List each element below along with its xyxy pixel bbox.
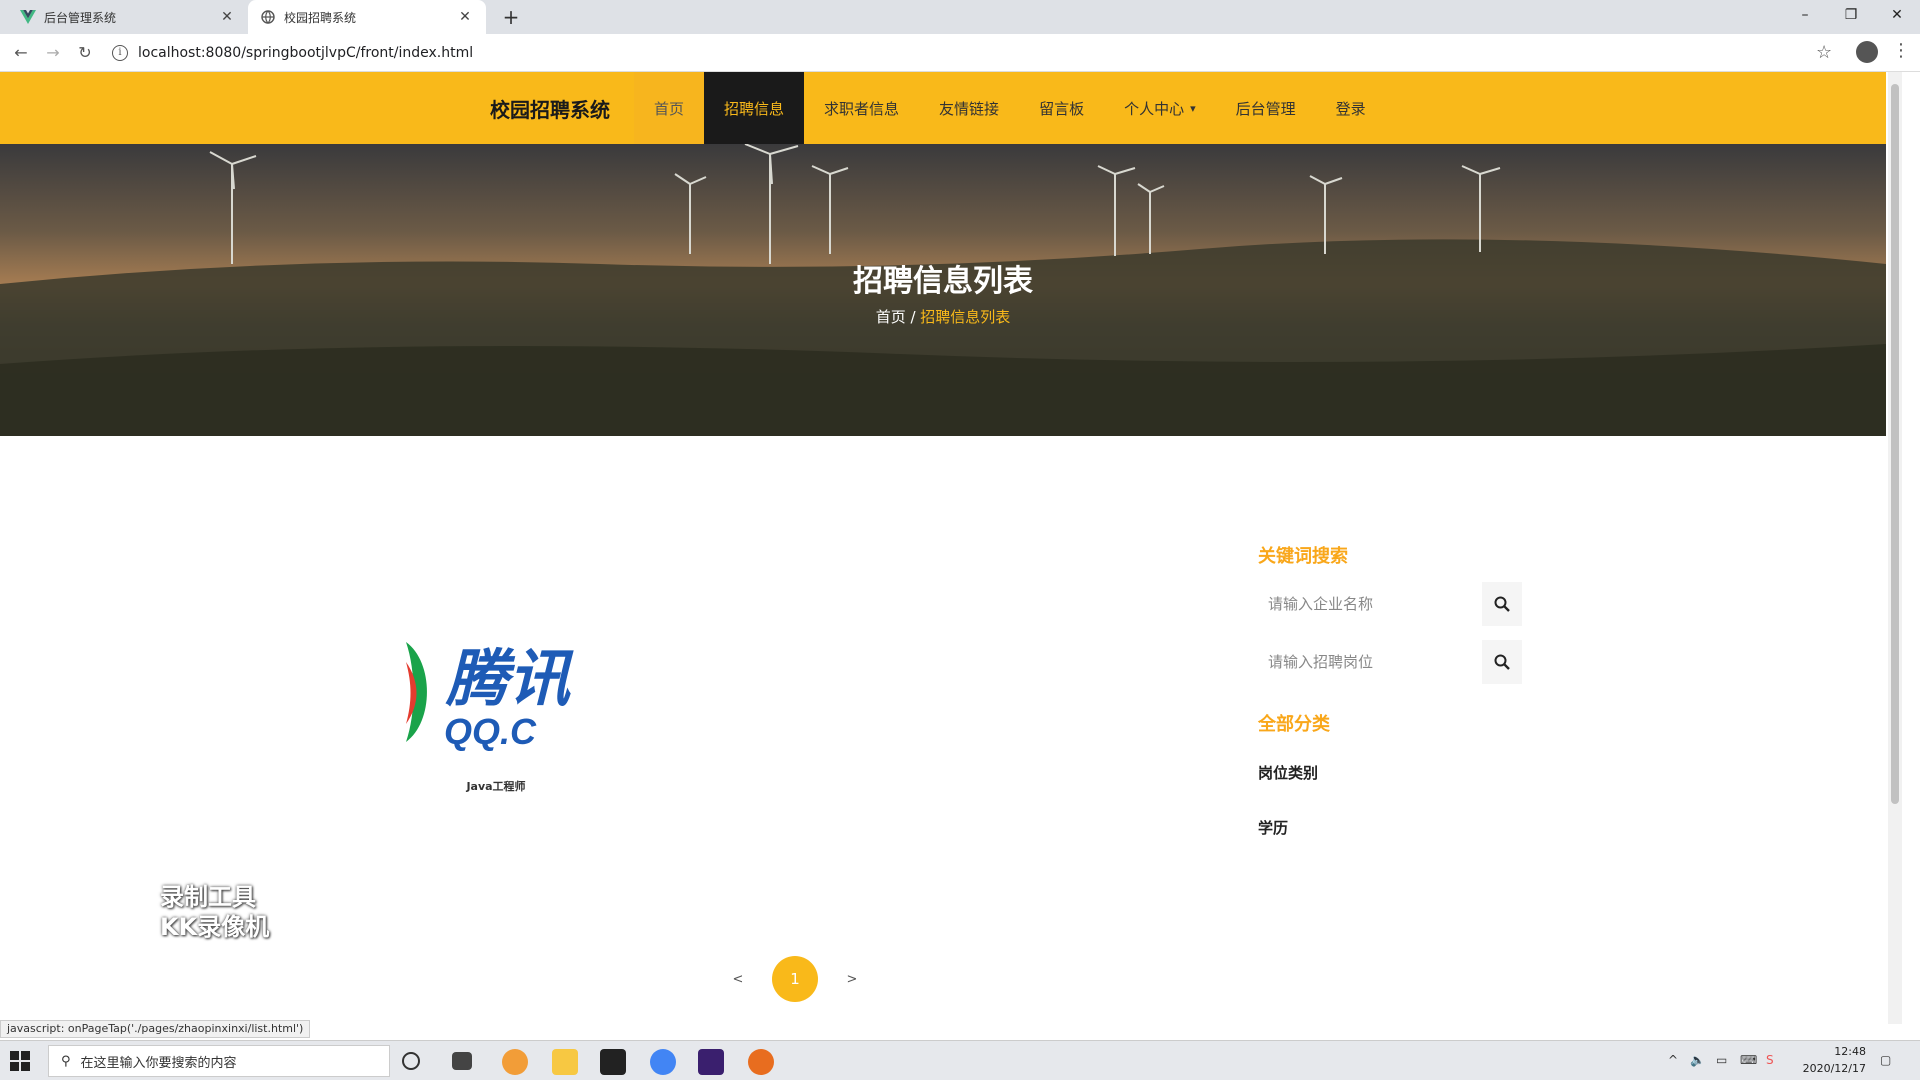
- forward-icon[interactable]: →: [42, 42, 64, 64]
- close-window-button[interactable]: ✕: [1874, 0, 1920, 30]
- nav-messages[interactable]: 留言板: [1019, 72, 1104, 144]
- breadcrumb: 首页 / 招聘信息列表: [0, 306, 1886, 327]
- nav-links[interactable]: 友情链接: [919, 72, 1019, 144]
- browser-app-icon[interactable]: [502, 1049, 528, 1075]
- tab-recruit[interactable]: 校园招聘系统 ✕: [248, 0, 486, 34]
- tab-admin[interactable]: 后台管理系统 ✕: [8, 0, 248, 34]
- url-text: localhost:8080/springbootjlvpC/front/ind…: [138, 45, 474, 61]
- network-icon[interactable]: ▭: [1716, 1053, 1727, 1067]
- taskbar-search[interactable]: ⚲ 在这里输入你要搜索的内容: [48, 1045, 390, 1077]
- intellij-icon[interactable]: [698, 1049, 724, 1075]
- new-tab-button[interactable]: +: [498, 4, 524, 30]
- search-icon[interactable]: [1482, 582, 1522, 626]
- search-icon[interactable]: [1482, 640, 1522, 684]
- main-nav: 首页 招聘信息 求职者信息 友情链接 留言板 个人中心 ▾ 后台管理 登录: [634, 72, 1386, 144]
- chevron-down-icon: ▾: [1190, 101, 1196, 115]
- page-title: 招聘信息列表: [853, 264, 1033, 299]
- info-icon[interactable]: i: [112, 45, 128, 61]
- page-viewport: 校园招聘系统 首页 招聘信息 求职者信息 友情链接 留言板 个人中心 ▾ 后台管…: [0, 72, 1886, 1024]
- cortana-icon[interactable]: [402, 1052, 420, 1070]
- breadcrumb-current: 招聘信息列表: [920, 308, 1011, 326]
- watermark-line-1: 录制工具: [160, 883, 256, 911]
- nav-personal-center[interactable]: 个人中心 ▾: [1104, 72, 1216, 144]
- keyword-search-title: 关键词搜索: [1258, 546, 1348, 567]
- browser-tab-bar: 后台管理系统 ✕ 校园招聘系统 ✕ + – ❐ ✕: [0, 0, 1920, 34]
- logo-brand-text: 腾讯: [445, 645, 574, 714]
- terminal-icon[interactable]: [600, 1049, 626, 1075]
- task-view-icon[interactable]: [452, 1052, 472, 1070]
- windows-start-icon[interactable]: [10, 1051, 30, 1071]
- category-job-type[interactable]: 岗位类别: [1258, 762, 1528, 783]
- reload-icon[interactable]: ↻: [74, 42, 96, 64]
- position-search-input[interactable]: [1258, 640, 1482, 684]
- prev-page-button[interactable]: <: [718, 972, 758, 987]
- search-icon: ⚲: [61, 1053, 71, 1069]
- vue-icon: [20, 9, 36, 25]
- breadcrumb-home[interactable]: 首页: [876, 308, 906, 326]
- clock-date: 2020/12/17: [1802, 1062, 1866, 1075]
- company-search-input[interactable]: [1258, 582, 1482, 626]
- nav-applicants[interactable]: 求职者信息: [804, 72, 919, 144]
- logo-sub-text: QQ.C: [444, 711, 537, 752]
- watermark-line-2: KK录像机: [160, 913, 270, 941]
- minimize-button[interactable]: –: [1782, 0, 1828, 30]
- site-brand[interactable]: 校园招聘系统: [490, 94, 610, 123]
- company-search: [1258, 582, 1522, 626]
- browser-status-bar: javascript: onPageTap('./pages/zhaopinxi…: [0, 1020, 311, 1038]
- sidebar: 关键词搜索 全部分类 岗位类别 学历: [1258, 542, 1528, 838]
- close-tab-icon[interactable]: ✕: [218, 9, 236, 25]
- breadcrumb-separator: /: [905, 308, 921, 326]
- os-taskbar: ⚲ 在这里输入你要搜索的内容 ^ 🔈 ▭ ⌨ S 12:48 2020/12/1…: [0, 1040, 1920, 1080]
- recorder-watermark: 录制工具 KK录像机: [160, 882, 269, 942]
- job-card[interactable]: 腾讯 QQ.C Java工程师: [406, 632, 586, 794]
- page-scrollbar[interactable]: [1888, 72, 1902, 1024]
- nav-login[interactable]: 登录: [1316, 72, 1386, 144]
- clock-time: 12:48: [1834, 1045, 1866, 1058]
- tab-title: 校园招聘系统: [284, 10, 357, 25]
- all-categories-title: 全部分类: [1258, 714, 1330, 735]
- url-field[interactable]: i localhost:8080/springbootjlvpC/front/i…: [112, 39, 1812, 67]
- close-tab-icon[interactable]: ✕: [456, 9, 474, 25]
- category-education[interactable]: 学历: [1258, 817, 1528, 838]
- page-number-current[interactable]: 1: [772, 956, 818, 1002]
- volume-icon[interactable]: 🔈: [1690, 1053, 1705, 1067]
- bookmark-star-icon[interactable]: ☆: [1816, 42, 1832, 63]
- nav-jobs[interactable]: 招聘信息: [704, 72, 805, 144]
- system-clock[interactable]: 12:48 2020/12/17: [1796, 1043, 1866, 1077]
- position-search: [1258, 640, 1522, 684]
- tab-title: 后台管理系统: [44, 10, 117, 25]
- scrollbar-thumb[interactable]: [1891, 84, 1899, 804]
- chrome-icon[interactable]: [650, 1049, 676, 1075]
- back-icon[interactable]: ←: [10, 42, 32, 64]
- job-title[interactable]: Java工程师: [406, 778, 586, 794]
- hero-banner: 招聘信息列表 首页 / 招聘信息列表: [0, 144, 1886, 436]
- company-logo: 腾讯 QQ.C: [406, 632, 586, 752]
- tray-chevron-icon[interactable]: ^: [1668, 1053, 1678, 1067]
- keyboard-icon[interactable]: ⌨: [1740, 1053, 1757, 1067]
- recorder-app-icon[interactable]: [748, 1049, 774, 1075]
- globe-icon: [260, 9, 276, 25]
- account-avatar-icon[interactable]: [1856, 41, 1878, 63]
- file-explorer-icon[interactable]: [552, 1049, 578, 1075]
- notification-icon[interactable]: ▢: [1880, 1053, 1891, 1067]
- nav-home[interactable]: 首页: [634, 72, 705, 144]
- address-bar: ← → ↻ i localhost:8080/springbootjlvpC/f…: [0, 34, 1920, 72]
- nav-admin[interactable]: 后台管理: [1216, 72, 1316, 144]
- site-header: 校园招聘系统 首页 招聘信息 求职者信息 友情链接 留言板 个人中心 ▾ 后台管…: [0, 72, 1886, 144]
- next-page-button[interactable]: >: [832, 972, 872, 987]
- pagination: < 1 >: [718, 956, 872, 1002]
- taskbar-search-placeholder: 在这里输入你要搜索的内容: [80, 1055, 237, 1071]
- ime-icon[interactable]: S: [1766, 1053, 1774, 1067]
- browser-menu-icon[interactable]: ⋮: [1892, 40, 1910, 61]
- nav-personal-center-label: 个人中心: [1124, 99, 1185, 118]
- restore-button[interactable]: ❐: [1828, 0, 1874, 30]
